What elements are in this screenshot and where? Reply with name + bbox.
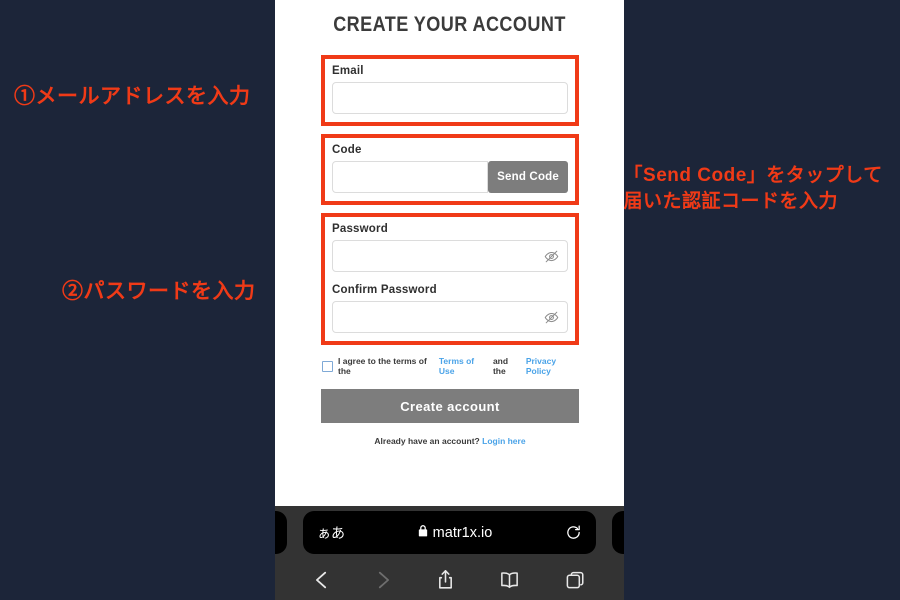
- next-tab-edge[interactable]: [612, 511, 624, 554]
- email-label: Email: [332, 65, 364, 77]
- tab-strip: ぁあ matr1x.io: [275, 511, 624, 554]
- annotation-step-2: ②パスワードを入力: [62, 280, 256, 303]
- page-title: CREATE YOUR ACCOUNT: [333, 13, 566, 36]
- highlight-box-code: Code Send Code: [321, 134, 579, 205]
- annotation-step-1: ①メールアドレスを入力: [14, 85, 251, 108]
- eye-slash-icon[interactable]: [544, 249, 559, 264]
- phone-screenshot: CREATE YOUR ACCOUNT Email Code Send Code…: [275, 0, 624, 600]
- previous-tab-edge[interactable]: [275, 511, 287, 554]
- terms-checkbox[interactable]: [322, 360, 333, 372]
- terms-text-before: I agree to the terms of the: [338, 356, 427, 376]
- address-bar[interactable]: ぁあ matr1x.io: [303, 511, 596, 554]
- terms-of-use-link[interactable]: Terms of Use: [439, 356, 488, 376]
- text-size-button[interactable]: ぁあ: [317, 523, 345, 543]
- signup-form: Email Code Send Code Password Confirm Pa…: [321, 55, 579, 446]
- email-input[interactable]: [332, 82, 568, 114]
- code-input[interactable]: [332, 161, 489, 193]
- confirm-password-input[interactable]: [332, 301, 568, 333]
- password-label: Password: [332, 223, 388, 235]
- privacy-policy-link[interactable]: Privacy Policy: [526, 356, 579, 376]
- login-prompt-text: Already have an account?: [374, 436, 480, 446]
- safari-browser-chrome: ぁあ matr1x.io: [275, 506, 624, 600]
- tabs-button[interactable]: [565, 570, 586, 591]
- login-here-link[interactable]: Login here: [482, 436, 525, 446]
- confirm-password-block: Confirm Password: [332, 284, 568, 333]
- url-display[interactable]: matr1x.io: [345, 525, 565, 541]
- password-input[interactable]: [332, 240, 568, 272]
- share-button[interactable]: [436, 569, 455, 591]
- annotation-step-3: ③ 「Send Code」をタップして 届いた認証コードを入力: [600, 163, 883, 214]
- highlight-box-password: Password Confirm Password: [321, 213, 579, 345]
- annotation-step-3-label: 「Send Code」をタップして 届いた認証コードを入力: [623, 165, 883, 212]
- highlight-box-email: Email: [321, 55, 579, 126]
- login-prompt-row: Already have an account? Login here: [321, 436, 579, 446]
- password-block: Password: [332, 223, 568, 272]
- browser-toolbar: [275, 560, 624, 600]
- confirm-password-label: Confirm Password: [332, 284, 437, 296]
- url-text: matr1x.io: [432, 524, 493, 541]
- create-account-button[interactable]: Create account: [321, 389, 579, 423]
- forward-button[interactable]: [375, 569, 392, 591]
- terms-row: I agree to the terms of the Terms of Use…: [322, 356, 579, 376]
- reload-button[interactable]: [565, 524, 582, 541]
- terms-text-middle: and the: [492, 356, 509, 376]
- web-page: CREATE YOUR ACCOUNT Email Code Send Code…: [275, 0, 624, 506]
- lock-icon: [418, 524, 428, 541]
- send-code-button[interactable]: Send Code: [488, 161, 568, 193]
- back-button[interactable]: [313, 569, 330, 591]
- eye-slash-icon[interactable]: [544, 310, 559, 325]
- code-row: Send Code: [332, 161, 568, 193]
- bookmarks-button[interactable]: [499, 570, 520, 590]
- code-label: Code: [332, 144, 362, 156]
